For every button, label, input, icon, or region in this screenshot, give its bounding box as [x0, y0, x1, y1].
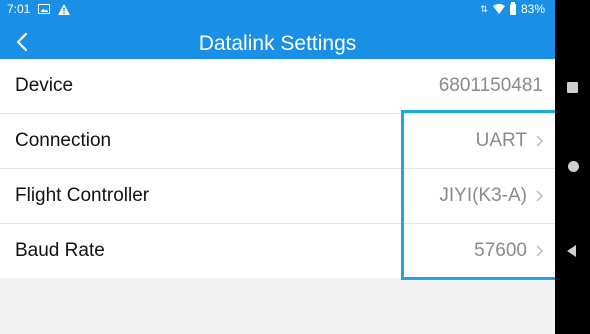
baud-rate-value: 57600: [474, 240, 527, 261]
row-label: Connection: [15, 130, 112, 151]
title-bar: 7:01 ⇅ 83% Datalink Settings: [0, 0, 555, 59]
row-label: Device: [15, 75, 74, 96]
recents-square-icon[interactable]: [567, 82, 578, 93]
chevron-right-icon: [536, 135, 543, 147]
row-value: JIYI(K3-A): [439, 185, 543, 207]
data-arrows-icon: ⇅: [480, 4, 488, 14]
page-title: Datalink Settings: [198, 32, 357, 55]
back-triangle-icon[interactable]: [567, 245, 576, 257]
home-circle-icon[interactable]: [568, 161, 579, 172]
row-label: Baud Rate: [15, 240, 105, 261]
android-nav-bar: [555, 0, 590, 334]
settings-row-baud-rate[interactable]: Baud Rate 57600: [0, 224, 555, 278]
image-notification-icon: [38, 4, 51, 14]
chevron-right-icon: [536, 190, 543, 202]
settings-row-flight-controller[interactable]: Flight Controller JIYI(K3-A): [0, 169, 555, 224]
row-value: UART: [476, 130, 543, 152]
settings-list: Device 6801150481 Connection UART Flight…: [0, 59, 555, 278]
battery-icon: [509, 1, 516, 15]
battery-percent: 83%: [520, 2, 545, 16]
chevron-right-icon: [536, 245, 543, 257]
warning-icon: [58, 3, 71, 15]
app-screen: 7:01 ⇅ 83% Datalink Settings Device 6801…: [0, 0, 555, 334]
status-time: 7:01: [7, 2, 31, 16]
status-bar-right: ⇅ 83%: [480, 1, 545, 16]
row-value: 57600: [474, 240, 543, 262]
wifi-icon: [492, 4, 505, 14]
row-label: Flight Controller: [15, 185, 150, 206]
settings-row-connection[interactable]: Connection UART: [0, 114, 555, 169]
status-bar-left: 7:01: [7, 2, 71, 16]
device-id-value: 6801150481: [438, 75, 543, 96]
flight-controller-value: JIYI(K3-A): [439, 185, 527, 206]
connection-value: UART: [475, 130, 527, 151]
row-value: 6801150481: [439, 75, 543, 97]
settings-row-device: Device 6801150481: [0, 59, 555, 114]
